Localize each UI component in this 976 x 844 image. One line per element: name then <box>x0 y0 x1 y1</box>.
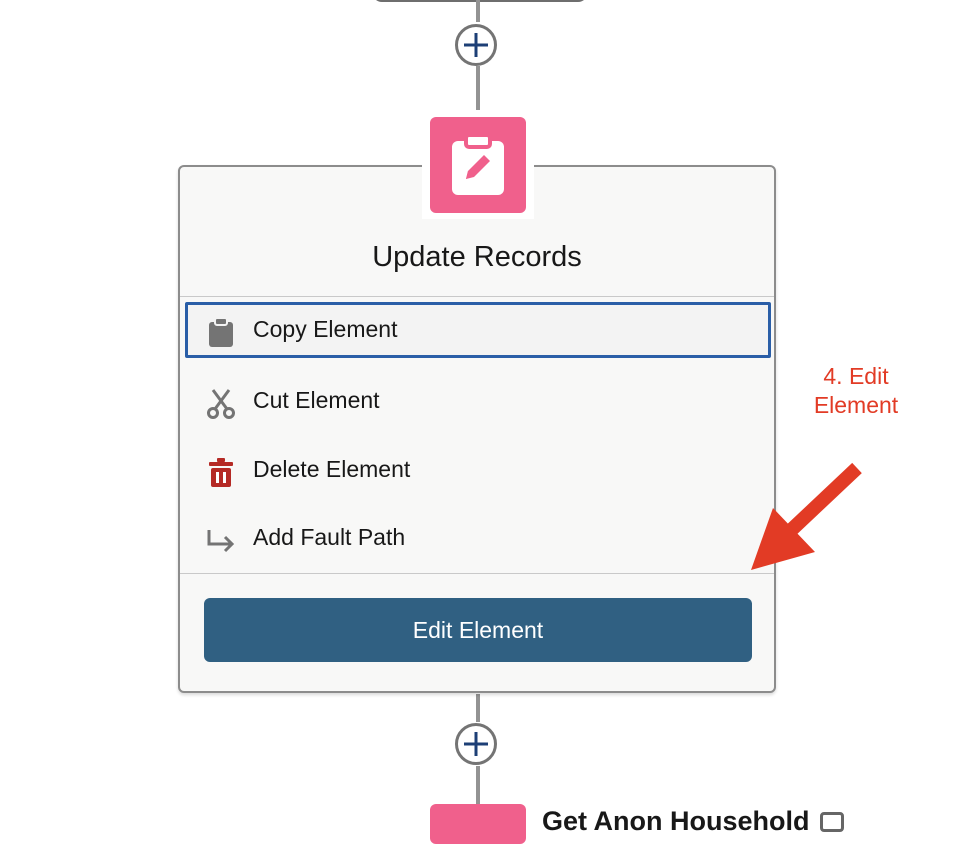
fault-path-arrow-icon <box>207 530 235 553</box>
element-title: Update Records <box>372 241 582 273</box>
connector-line-upper <box>476 66 480 110</box>
menu-divider-top <box>180 296 774 297</box>
step-annotation: 4. Edit Element <box>800 362 912 420</box>
add-fault-path-menu-item[interactable]: Add Fault Path <box>185 510 771 566</box>
annotation-line-2: Element <box>813 392 899 418</box>
connector-line-top <box>476 0 480 22</box>
cut-element-label: Cut Element <box>253 387 380 413</box>
update-records-node-icon[interactable] <box>430 117 526 213</box>
connector-line-bottom <box>476 766 480 806</box>
scissors-icon <box>207 389 235 419</box>
trash-icon <box>209 458 233 487</box>
element-action-menu: Update Records Copy Element Cut Element … <box>178 165 776 693</box>
add-fault-path-label: Add Fault Path <box>253 524 406 550</box>
clipboard-icon <box>209 317 233 347</box>
edit-element-button[interactable]: Edit Element <box>204 598 752 662</box>
record-icon <box>820 812 844 832</box>
annotation-arrow-icon <box>751 462 862 570</box>
copy-element-menu-item[interactable]: Copy Element <box>185 302 771 358</box>
previous-node-edge <box>372 0 588 2</box>
plus-icon <box>464 33 488 57</box>
plus-icon <box>464 732 488 756</box>
annotation-line-1: 4. Edit <box>823 363 889 389</box>
add-element-button-bottom[interactable] <box>455 723 497 765</box>
delete-element-menu-item[interactable]: Delete Element <box>185 442 771 498</box>
copy-element-label: Copy Element <box>253 316 398 342</box>
connector-line-lower <box>476 694 480 722</box>
add-element-button-top[interactable] <box>455 24 497 66</box>
next-node-icon[interactable] <box>430 804 526 844</box>
cut-element-menu-item[interactable]: Cut Element <box>185 373 771 429</box>
clipboard-edit-icon <box>452 133 504 195</box>
menu-divider-bottom <box>180 573 774 574</box>
delete-element-label: Delete Element <box>253 456 411 482</box>
